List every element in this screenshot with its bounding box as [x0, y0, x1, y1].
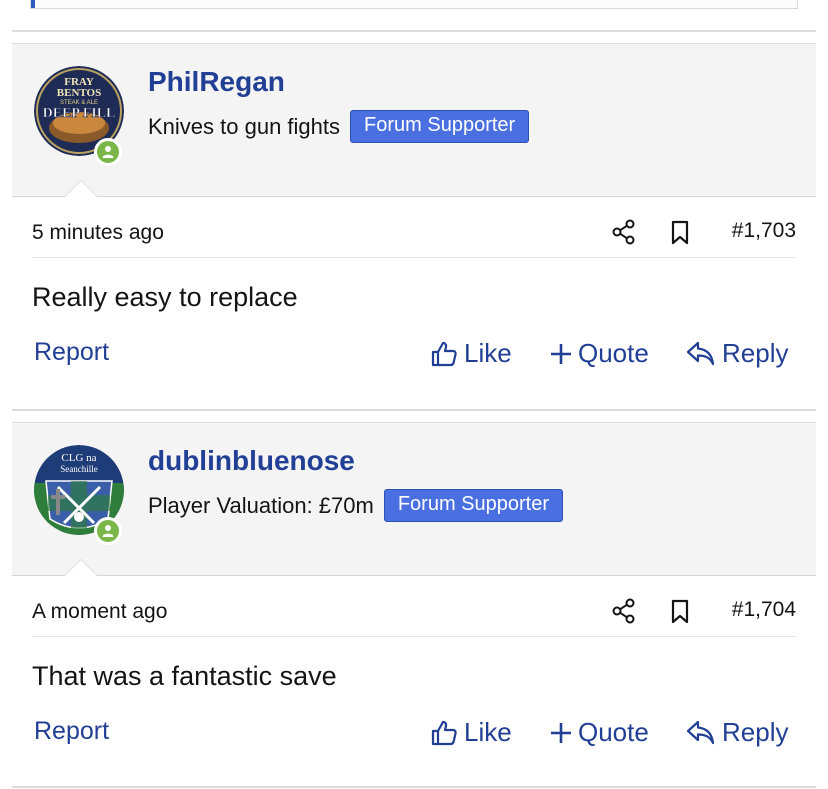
post-separator	[12, 30, 816, 44]
post-1703: FRAY BENTOS STEAK & ALE DEEP FILL PhilRe…	[12, 44, 816, 402]
quote-label: Quote	[578, 338, 649, 368]
plus-icon	[551, 722, 571, 743]
quote-button[interactable]: Quote	[550, 717, 649, 748]
post-time[interactable]: 5 minutes ago	[32, 221, 164, 245]
share-icon[interactable]	[612, 219, 636, 245]
post-meta: 5 minutes ago #1,703	[32, 197, 796, 258]
post-actions: Report Like Quote Reply	[12, 717, 816, 781]
post-1704: CLG na Seanchille dublinbluenose Player …	[12, 423, 816, 781]
post-number[interactable]: #1,704	[732, 598, 796, 622]
post-user-header: CLG na Seanchille dublinbluenose Player …	[12, 423, 816, 576]
bookmark-icon[interactable]	[670, 599, 690, 624]
online-status-icon	[94, 138, 122, 166]
user-title-text: Knives to gun fights	[148, 113, 341, 139]
reply-arrow-icon	[686, 720, 715, 744]
post-meta: A moment ago #1,704	[32, 576, 796, 637]
user-title: Player Valuation: £70m Forum Supporter	[148, 489, 564, 522]
person-icon	[102, 146, 114, 158]
user-title: Knives to gun fights Forum Supporter	[148, 110, 530, 143]
post-separator	[12, 409, 816, 423]
share-icon[interactable]	[612, 598, 636, 624]
reply-label: Reply	[722, 338, 789, 368]
like-label: Like	[464, 717, 512, 747]
post-user-header: FRAY BENTOS STEAK & ALE DEEP FILL PhilRe…	[12, 44, 816, 197]
bookmark-icon[interactable]	[670, 220, 690, 245]
quote-label: Quote	[578, 717, 649, 747]
post-time[interactable]: A moment ago	[32, 600, 167, 624]
forum-supporter-badge: Forum Supporter	[383, 489, 564, 522]
quote-button[interactable]: Quote	[550, 338, 649, 369]
like-button[interactable]: Like	[430, 338, 512, 369]
forum-supporter-badge: Forum Supporter	[350, 110, 530, 143]
svg-text:BENTOS: BENTOS	[57, 87, 101, 99]
svg-text:Seanchille: Seanchille	[60, 464, 98, 474]
reply-label: Reply	[722, 717, 789, 747]
post-number[interactable]: #1,703	[732, 219, 796, 243]
svg-text:CLG na: CLG na	[61, 452, 96, 464]
page-edge-left	[0, 0, 12, 789]
message-text: That was a fantastic save	[32, 661, 337, 691]
user-title-text: Player Valuation: £70m	[148, 492, 374, 518]
post-actions: Report Like Quote Reply	[12, 338, 816, 402]
page-edge-right	[814, 0, 828, 789]
message-body: Really easy to replace	[32, 258, 796, 338]
reply-arrow-icon	[686, 341, 715, 365]
message-text: Really easy to replace	[32, 282, 298, 312]
report-link[interactable]: Report	[34, 338, 109, 367]
username[interactable]: dublinbluenose	[148, 445, 355, 477]
message-body: That was a fantastic save	[32, 637, 796, 717]
reply-button[interactable]: Reply	[686, 338, 788, 369]
like-label: Like	[464, 338, 512, 368]
reply-button[interactable]: Reply	[686, 717, 788, 748]
svg-text:DEEP FILL: DEEP FILL	[43, 106, 116, 121]
thumbs-up-icon	[431, 720, 457, 745]
header-pointer	[64, 559, 98, 576]
username[interactable]: PhilRegan	[148, 66, 285, 98]
header-pointer	[64, 180, 98, 197]
thumbs-up-icon	[431, 341, 457, 366]
online-status-icon	[94, 517, 122, 545]
previous-post-edge	[30, 0, 798, 9]
like-button[interactable]: Like	[430, 717, 512, 748]
person-icon	[102, 525, 114, 537]
plus-icon	[551, 343, 571, 364]
report-link[interactable]: Report	[34, 717, 109, 746]
